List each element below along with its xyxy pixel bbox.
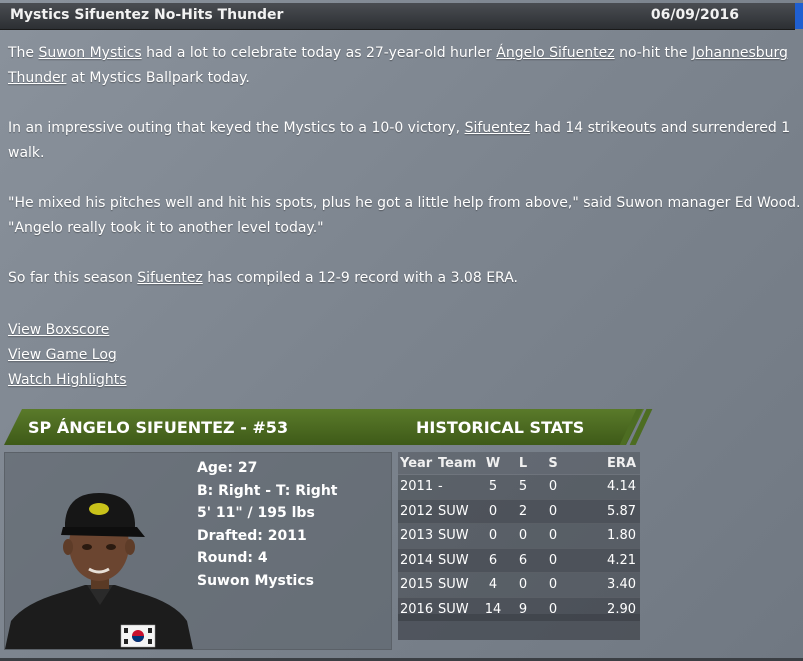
- player-link[interactable]: Ángelo Sifuentez: [496, 45, 614, 61]
- table-cell: 5.87: [568, 498, 640, 524]
- table-cell: 1.80: [568, 523, 640, 548]
- historical-stats-heading: HISTORICAL STATS: [416, 418, 585, 437]
- column-header[interactable]: W: [478, 452, 508, 475]
- table-cell: 2013: [398, 523, 438, 548]
- stats-empty-row: [398, 614, 640, 640]
- title-bar: Mystics Sifuentez No-Hits Thunder 06/09/…: [0, 3, 795, 30]
- column-header[interactable]: Team: [438, 452, 478, 475]
- player-bats-throws: B: Right - T: Right: [197, 482, 338, 499]
- article-links: View Boxscore View Game Log Watch Highli…: [8, 318, 127, 393]
- player-height-weight: 5' 11" / 195 lbs: [197, 505, 315, 521]
- korea-flag-icon: [120, 624, 156, 648]
- table-row: 2015 SUW 4 0 0 3.40: [398, 572, 640, 597]
- table-cell: 4: [478, 572, 508, 597]
- column-header[interactable]: L: [508, 452, 538, 475]
- table-cell: 2: [508, 498, 538, 524]
- table-cell: 0: [508, 572, 538, 597]
- team-link[interactable]: Suwon Mystics: [39, 45, 142, 61]
- table-cell: 2014: [398, 547, 438, 573]
- table-cell: 4.14: [568, 474, 640, 499]
- article-paragraph-4: So far this season Sifuentez has compile…: [8, 270, 518, 286]
- table-cell: 2015: [398, 572, 438, 597]
- table-cell: 0: [538, 572, 568, 597]
- column-header[interactable]: S: [538, 452, 568, 475]
- player-link[interactable]: Sifuentez: [465, 120, 531, 136]
- table-cell: SUW: [438, 572, 478, 597]
- player-name-heading: SP ÁNGELO SIFUENTEZ - #53: [28, 418, 289, 437]
- table-cell: 0: [478, 523, 508, 548]
- view-game-log-link[interactable]: View Game Log: [8, 343, 127, 368]
- table-cell: 2012: [398, 498, 438, 524]
- article-body: The Suwon Mystics had a lot to celebrate…: [8, 41, 801, 316]
- article-date: 06/09/2016: [650, 7, 739, 23]
- table-cell: 5: [508, 474, 538, 499]
- player-bio: Age: 27 B: Right - T: Right 5' 11" / 195…: [197, 457, 337, 592]
- stats-header-row: Year Team W L S ERA: [398, 452, 640, 475]
- table-cell: 6: [478, 547, 508, 573]
- stats-table: Year Team W L S ERA 2011 - 5 5 0 4.14 20…: [398, 452, 640, 621]
- table-cell: 6: [508, 547, 538, 573]
- table-row: 2012 SUW 0 2 0 5.87: [398, 498, 640, 524]
- view-boxscore-link[interactable]: View Boxscore: [8, 318, 127, 343]
- table-cell: 0: [538, 523, 568, 548]
- table-cell: 0: [478, 498, 508, 524]
- historical-stats-panel: Year Team W L S ERA 2011 - 5 5 0 4.14 20…: [398, 452, 640, 640]
- table-cell: 5: [478, 474, 508, 499]
- table-cell: 0: [538, 474, 568, 499]
- table-cell: -: [438, 474, 478, 499]
- article-paragraph-3: "He mixed his pitches well and hit his s…: [8, 195, 801, 236]
- player-header-bar: SP ÁNGELO SIFUENTEZ - #53 HISTORICAL STA…: [4, 409, 644, 445]
- article-paragraph-2: In an impressive outing that keyed the M…: [8, 120, 791, 161]
- table-cell: SUW: [438, 523, 478, 548]
- table-cell: SUW: [438, 547, 478, 573]
- table-row: 2013 SUW 0 0 0 1.80: [398, 523, 640, 548]
- table-row: 2011 - 5 5 0 4.14: [398, 474, 640, 499]
- watch-highlights-link[interactable]: Watch Highlights: [8, 368, 127, 393]
- table-row: 2014 SUW 6 6 0 4.21: [398, 547, 640, 573]
- player-link[interactable]: Sifuentez: [137, 270, 203, 286]
- table-cell: 0: [538, 498, 568, 524]
- article-headline: Mystics Sifuentez No-Hits Thunder: [10, 7, 284, 23]
- player-age: Age: 27: [197, 460, 258, 476]
- player-team: Suwon Mystics: [197, 572, 314, 589]
- table-cell: 2011: [398, 474, 438, 499]
- table-cell: 0: [538, 547, 568, 573]
- player-drafted: Drafted: 2011: [197, 527, 307, 544]
- column-header[interactable]: Year: [398, 452, 438, 475]
- column-header[interactable]: ERA: [568, 452, 640, 475]
- table-cell: 3.40: [568, 572, 640, 597]
- article-paragraph-1: The Suwon Mystics had a lot to celebrate…: [8, 45, 788, 86]
- window-accent: [795, 3, 803, 29]
- table-cell: 4.21: [568, 547, 640, 573]
- table-cell: SUW: [438, 498, 478, 524]
- table-cell: 0: [508, 523, 538, 548]
- player-round: Round: 4: [197, 550, 268, 566]
